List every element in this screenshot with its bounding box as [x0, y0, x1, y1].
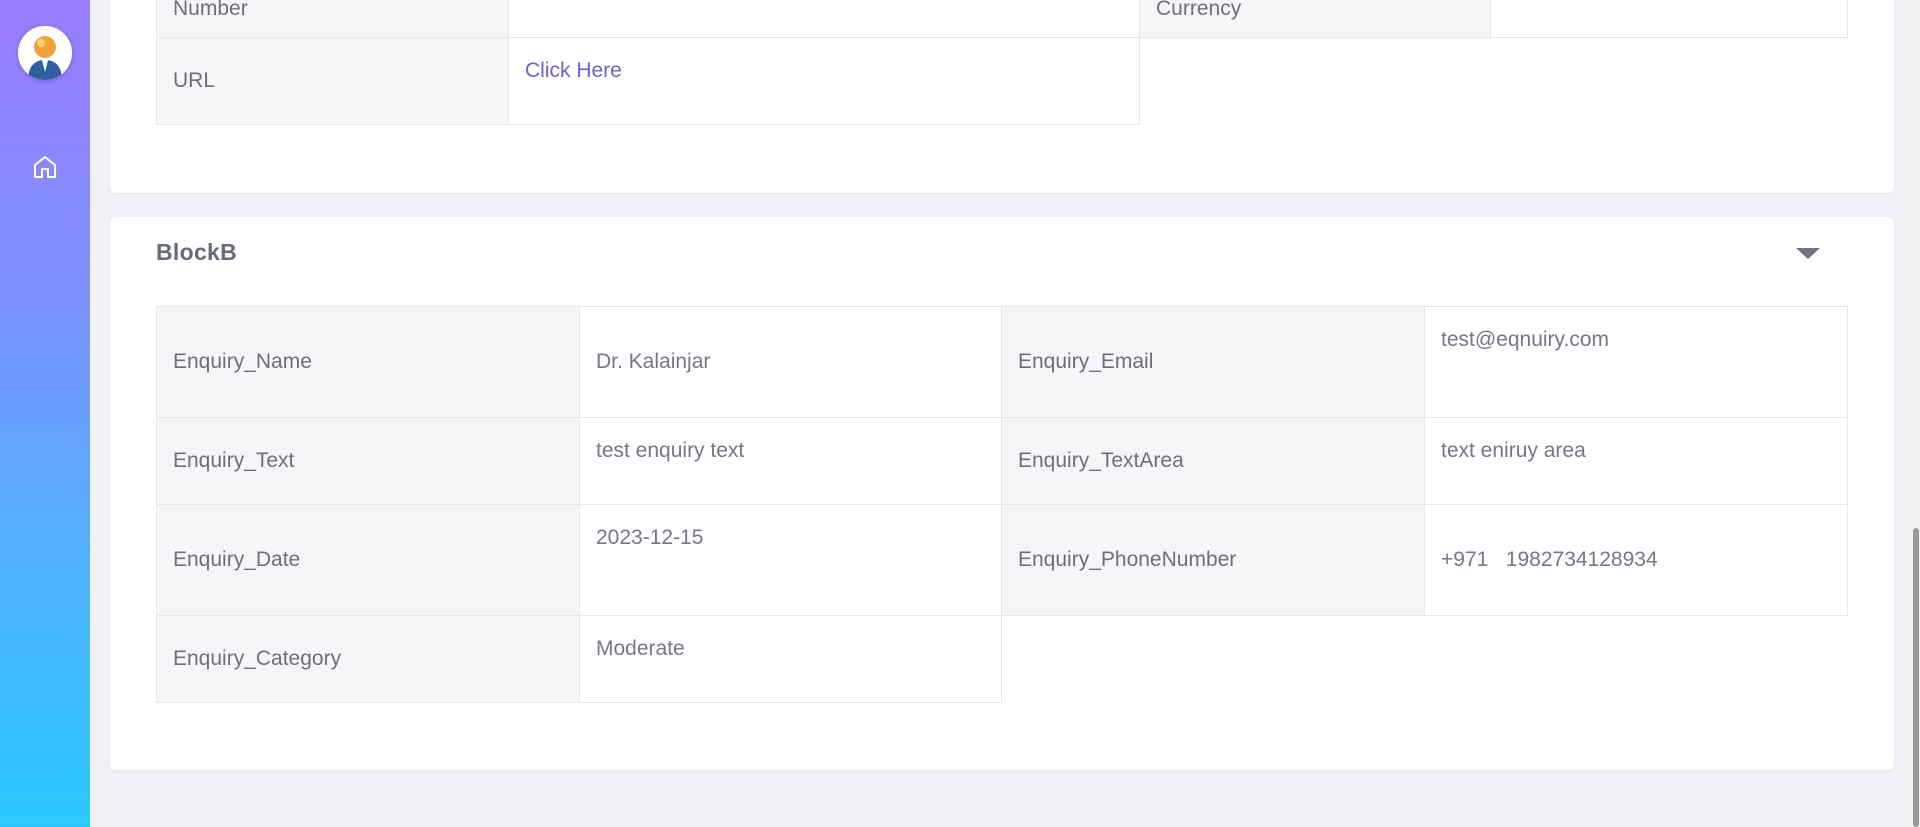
enquiry-date-label: Enquiry_Date [156, 504, 580, 616]
number-label: Number [156, 0, 509, 38]
enquiry-text-label: Enquiry_Text [156, 417, 580, 505]
url-value-cell: Click Here [508, 37, 1140, 125]
enquiry-text-value: test enquiry text [579, 417, 1002, 505]
currency-value [1490, 0, 1848, 38]
block-b-title: BlockB [156, 239, 238, 265]
sidebar [0, 0, 90, 827]
enquiry-date-value: 2023-12-15 [579, 504, 1002, 616]
enquiry-name-value: Dr. Kalainjar [579, 306, 1002, 418]
enquiry-phone-label: Enquiry_PhoneNumber [1001, 504, 1425, 616]
click-here-link[interactable]: Click Here [525, 59, 622, 82]
enquiry-category-value: Moderate [579, 615, 1002, 703]
home-icon[interactable] [31, 153, 59, 181]
enquiry-name-label: Enquiry_Name [156, 306, 580, 418]
caret-down-icon[interactable] [1796, 248, 1820, 259]
user-avatar-icon[interactable] [18, 26, 72, 80]
currency-label: Currency [1139, 0, 1491, 38]
enquiry-textarea-value: text eniruy area [1424, 417, 1848, 505]
number-value [508, 0, 1140, 38]
enquiry-phone-value: +971 1982734128934 [1424, 504, 1848, 616]
enquiry-email-label: Enquiry_Email [1001, 306, 1425, 418]
url-label: URL [156, 37, 509, 125]
enquiry-email-value: test@eqnuiry.com [1424, 306, 1848, 418]
scrollbar-thumb[interactable] [1913, 528, 1919, 827]
enquiry-textarea-label: Enquiry_TextArea [1001, 417, 1425, 505]
enquiry-category-label: Enquiry_Category [156, 615, 580, 703]
